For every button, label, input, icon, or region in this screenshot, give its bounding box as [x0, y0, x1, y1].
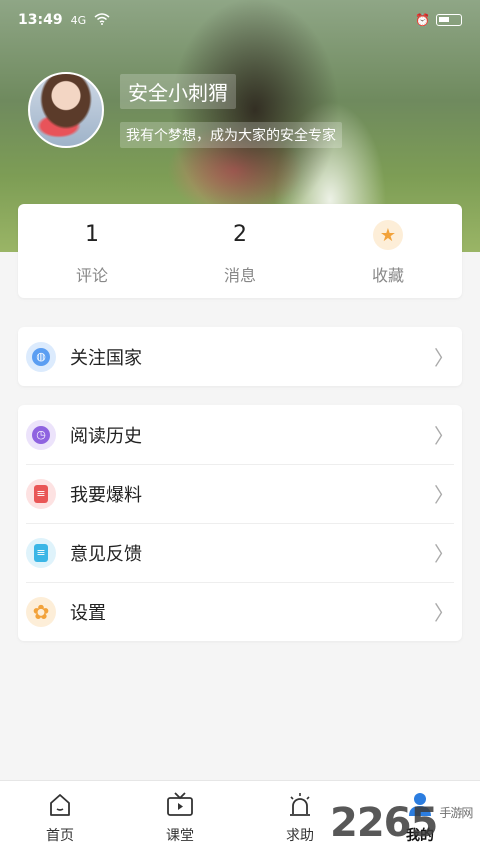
menu-item-label: 我要爆料	[70, 484, 142, 506]
messages-label: 消息	[223, 266, 256, 285]
gear-icon: ✿	[26, 596, 56, 627]
menu-card-main: ◷ 阅读历史 〉 ≡ 我要爆料 〉 ≡ 意见反馈 〉 ✿ 设置 〉	[18, 405, 462, 641]
menu-item-report[interactable]: ≡ 我要爆料 〉	[18, 464, 462, 523]
stats-card: 1 评论 2 消息 ★ 收藏	[18, 204, 462, 298]
stat-comments[interactable]: 1 评论	[18, 204, 166, 298]
tab-label: 首页	[46, 828, 74, 844]
menu-item-settings[interactable]: ✿ 设置 〉	[18, 582, 462, 641]
status-time: 13:49	[18, 12, 63, 28]
signal-icon: 4G	[70, 13, 87, 27]
tab-home[interactable]: 首页	[0, 781, 120, 853]
favorites-label: 收藏	[371, 266, 404, 285]
watermark-sub: 手游网	[439, 806, 473, 820]
tab-classroom[interactable]: 课堂	[120, 781, 240, 853]
site-watermark: 2265 手游网	[330, 800, 473, 846]
alarm-icon	[286, 791, 314, 819]
chevron-right-icon: 〉	[434, 346, 454, 370]
chevron-right-icon: 〉	[434, 424, 454, 448]
alarm-status-icon: ⏰	[415, 13, 430, 27]
chevron-right-icon: 〉	[434, 542, 454, 566]
username[interactable]: 安全小刺猬	[120, 74, 236, 109]
tab-label: 求助	[286, 828, 314, 844]
status-bar: 13:49 4G ⏰	[0, 0, 480, 40]
menu-item-reading-history[interactable]: ◷ 阅读历史 〉	[18, 405, 462, 464]
watermark-text: 2265	[330, 800, 438, 846]
messages-count: 2	[233, 222, 247, 247]
menu-item-feedback[interactable]: ≡ 意见反馈 〉	[18, 523, 462, 582]
wifi-icon	[94, 12, 110, 28]
star-icon: ★	[373, 220, 403, 250]
report-icon: ≡	[26, 478, 56, 509]
menu-item-label: 设置	[70, 602, 106, 624]
comments-count: 1	[85, 222, 99, 247]
stat-favorites[interactable]: ★ 收藏	[314, 204, 462, 298]
tab-label: 课堂	[166, 828, 194, 844]
chevron-right-icon: 〉	[434, 483, 454, 507]
user-motto: 我有个梦想，成为大家的安全专家	[120, 122, 342, 148]
menu-item-label: 意见反馈	[70, 543, 142, 565]
avatar[interactable]	[28, 72, 104, 148]
clock-icon: ◷	[26, 419, 56, 450]
menu-item-label: 关注国家	[70, 347, 142, 369]
comments-label: 评论	[75, 266, 108, 285]
menu-item-label: 阅读历史	[70, 425, 142, 447]
feedback-icon: ≡	[26, 537, 56, 568]
battery-icon	[436, 14, 462, 26]
tv-icon	[166, 791, 194, 819]
menu-card-follow: ◍ 关注国家 〉	[18, 327, 462, 386]
home-icon	[46, 791, 74, 819]
menu-item-follow-country[interactable]: ◍ 关注国家 〉	[18, 327, 462, 386]
globe-icon: ◍	[26, 341, 56, 372]
chevron-right-icon: 〉	[434, 601, 454, 625]
stat-messages[interactable]: 2 消息	[166, 204, 314, 298]
